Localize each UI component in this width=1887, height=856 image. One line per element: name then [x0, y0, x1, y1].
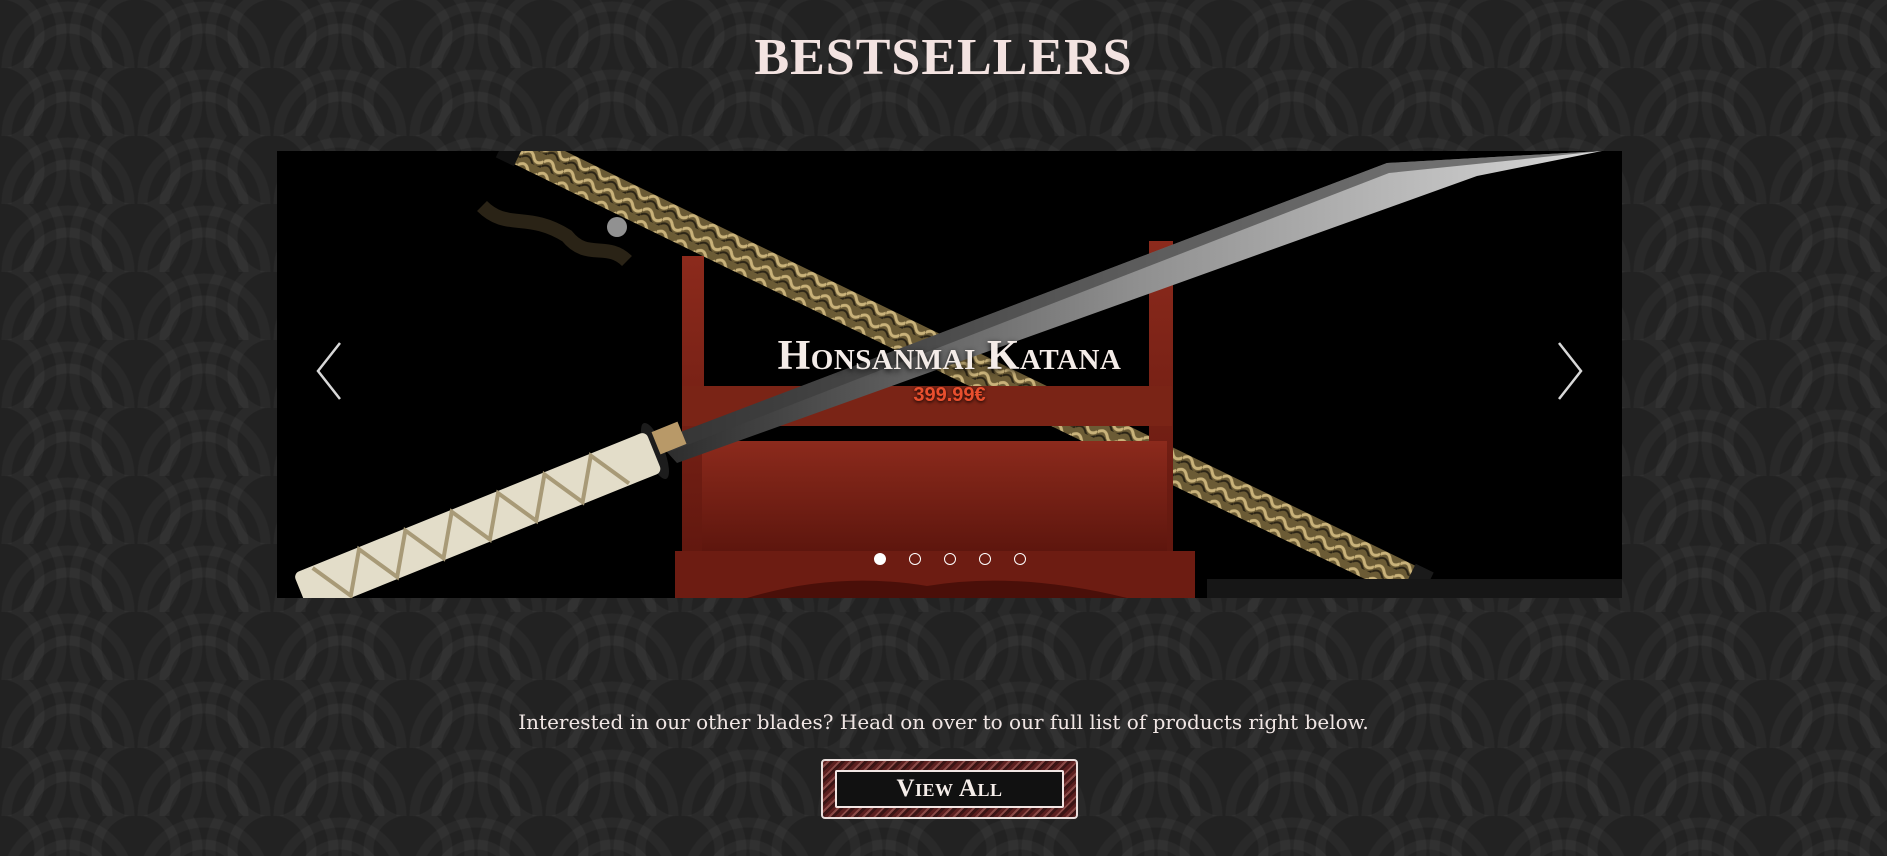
slide-pagination	[277, 553, 1622, 565]
product-price: 399.99€	[913, 384, 986, 406]
view-all-label: View All	[835, 770, 1064, 808]
slide-caption: Honsanmai Katana 399.99€	[277, 332, 1622, 407]
view-all-button[interactable]: View All	[821, 759, 1078, 819]
slide-dot-1[interactable]	[873, 553, 886, 565]
slide-dot-5[interactable]	[1013, 553, 1026, 565]
slide-dot-3[interactable]	[943, 553, 956, 565]
slide-dot-2[interactable]	[908, 553, 921, 565]
products-blurb: Interested in our other blades? Head on …	[518, 710, 1369, 734]
section-title: BESTSELLERS	[754, 29, 1133, 86]
slide-dot-4[interactable]	[978, 553, 991, 565]
product-name[interactable]: Honsanmai Katana	[277, 332, 1622, 380]
bestseller-carousel[interactable]: Honsanmai Katana 399.99€	[277, 151, 1622, 598]
